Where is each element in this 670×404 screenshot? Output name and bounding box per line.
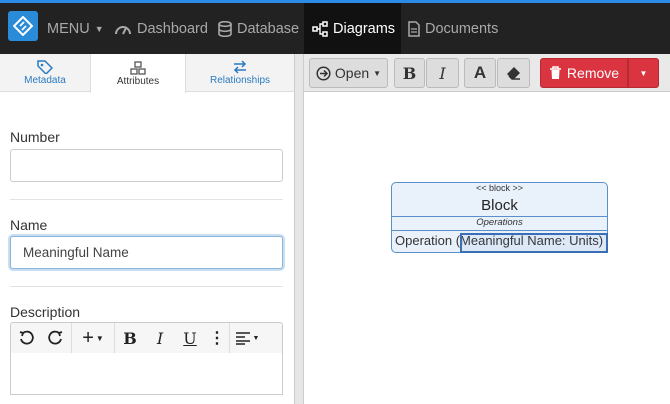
diamond-logo-icon [13, 16, 33, 36]
panel-splitter[interactable] [294, 54, 304, 404]
description-editor[interactable] [10, 353, 283, 395]
tag-icon [37, 60, 53, 74]
tab-attributes-label: Attributes [116, 75, 160, 87]
nav-documents-label: Documents [425, 20, 499, 37]
italic-button[interactable]: I [426, 58, 459, 88]
name-label: Name [10, 217, 48, 233]
eraser-icon [506, 67, 520, 80]
menu-label: MENU [47, 20, 90, 37]
align-dropdown[interactable]: ▼ [230, 323, 264, 353]
number-input[interactable] [10, 149, 283, 182]
description-label: Description [10, 304, 81, 320]
nav-diagrams-label: Diagrams [333, 20, 396, 37]
underline-icon[interactable]: U [175, 323, 205, 353]
tab-metadata[interactable]: Metadata [0, 54, 90, 92]
properties-tabs: Metadata Attributes Relationships [0, 54, 294, 93]
top-navbar: MENU ▼ Dashboard Database Diagrams Docum… [0, 0, 670, 54]
caret-down-icon: ▼ [252, 334, 260, 342]
diagram-icon [312, 20, 328, 37]
nav-diagrams[interactable]: Diagrams [304, 3, 401, 54]
nav-database-label: Database [237, 20, 300, 37]
trash-icon [549, 66, 561, 79]
tab-attributes[interactable]: Attributes [90, 54, 186, 93]
tab-metadata-label: Metadata [24, 75, 66, 86]
caret-down-icon: ▼ [639, 68, 648, 78]
dashboard-icon [115, 25, 131, 34]
font-color-button[interactable]: A [464, 58, 496, 88]
bold-icon[interactable]: B [115, 323, 145, 353]
caret-down-icon: ▼ [95, 333, 104, 343]
menu-dropdown[interactable]: MENU ▼ [47, 3, 104, 54]
app-logo[interactable] [8, 11, 38, 41]
database-icon [218, 20, 232, 37]
redo-icon[interactable] [41, 323, 71, 353]
nav-documents[interactable]: Documents [408, 3, 498, 54]
nav-database[interactable]: Database [218, 3, 299, 54]
remove-dropdown-button[interactable]: ▼ [628, 58, 659, 88]
tab-relationships-label: Relationships [209, 75, 271, 86]
eraser-button[interactable] [497, 58, 530, 88]
plus-icon: + [82, 326, 94, 349]
block-stereotype: << block >> [475, 183, 524, 193]
exchange-icon [233, 60, 247, 74]
document-icon [408, 20, 420, 37]
caret-down-icon: ▼ [373, 68, 382, 78]
nav-dashboard[interactable]: Dashboard [114, 3, 208, 54]
undo-icon[interactable] [11, 323, 41, 353]
open-label: Open [334, 65, 370, 81]
bold-button[interactable]: B [394, 58, 425, 88]
selection-box [460, 233, 608, 253]
remove-label: Remove [566, 65, 620, 81]
arrow-circle-right-icon [316, 65, 331, 81]
properties-panel: Metadata Attributes Relationships Number… [0, 54, 294, 404]
block-name[interactable]: Block [392, 197, 607, 214]
name-input[interactable]: Meaningful Name [10, 236, 283, 269]
more-options-icon[interactable]: ⋮ [205, 323, 229, 353]
diagram-toolbar: Open ▼ B I A Remove ▼ [304, 54, 670, 92]
open-button[interactable]: Open ▼ [309, 58, 388, 88]
align-left-icon [235, 332, 250, 345]
caret-down-icon: ▼ [94, 23, 104, 34]
remove-button[interactable]: Remove [540, 58, 628, 88]
nav-dashboard-label: Dashboard [137, 20, 208, 37]
italic-icon[interactable]: I [145, 323, 175, 353]
insert-dropdown[interactable]: + ▼ [72, 323, 114, 353]
description-editor-toolbar: + ▼ B I U ⋮ ▼ [10, 322, 283, 354]
tab-relationships[interactable]: Relationships [186, 54, 294, 92]
divider [10, 199, 283, 200]
cubes-icon [130, 60, 146, 75]
block-divider [392, 230, 607, 231]
divider [10, 286, 283, 287]
number-label: Number [10, 129, 60, 145]
block-operations-header: Operations [476, 217, 523, 228]
